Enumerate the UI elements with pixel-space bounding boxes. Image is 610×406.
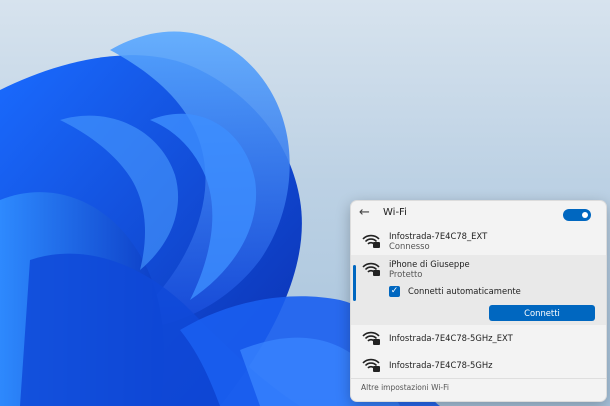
network-item[interactable]: Infostrada-7E4C78_EXT Connesso: [351, 227, 606, 255]
back-arrow-icon[interactable]: ←: [359, 206, 370, 220]
auto-connect-checkbox[interactable]: ✓: [389, 286, 400, 297]
wifi-secured-icon: [362, 358, 380, 372]
network-item[interactable]: Infostrada-7E4C78-5GHz_EXT: [351, 325, 606, 351]
network-item[interactable]: Infostrada-7E4C78-5GHz: [351, 351, 606, 377]
wifi-title: Wi-Fi: [383, 207, 407, 218]
network-item-selected[interactable]: iPhone di Giuseppe Protetto ✓ Connetti a…: [351, 255, 606, 325]
wifi-flyout: ← Wi-Fi Infostrada-7E4C78_EXT Connesso i…: [350, 200, 607, 402]
wifi-toggle[interactable]: [563, 209, 591, 221]
network-status: Protetto: [389, 269, 423, 279]
auto-connect-label: Connetti automaticamente: [408, 286, 521, 296]
network-name: Infostrada-7E4C78-5GHz_EXT: [389, 333, 513, 343]
more-wifi-settings-link[interactable]: Altre impostazioni Wi-Fi: [361, 383, 449, 392]
wifi-secured-icon: [362, 331, 380, 345]
checkmark-icon: ✓: [390, 286, 399, 296]
footer-divider: [351, 378, 606, 379]
network-name: iPhone di Giuseppe: [389, 259, 470, 269]
network-name: Infostrada-7E4C78_EXT: [389, 231, 488, 241]
selection-indicator: [353, 265, 356, 301]
connect-button[interactable]: Connetti: [489, 305, 595, 321]
network-name: Infostrada-7E4C78-5GHz: [389, 360, 493, 370]
wifi-secured-icon: [362, 262, 380, 276]
network-status: Connesso: [389, 241, 430, 251]
toggle-knob: [582, 212, 588, 218]
wifi-secured-icon: [362, 234, 380, 248]
wifi-flyout-header: ← Wi-Fi: [351, 201, 606, 227]
